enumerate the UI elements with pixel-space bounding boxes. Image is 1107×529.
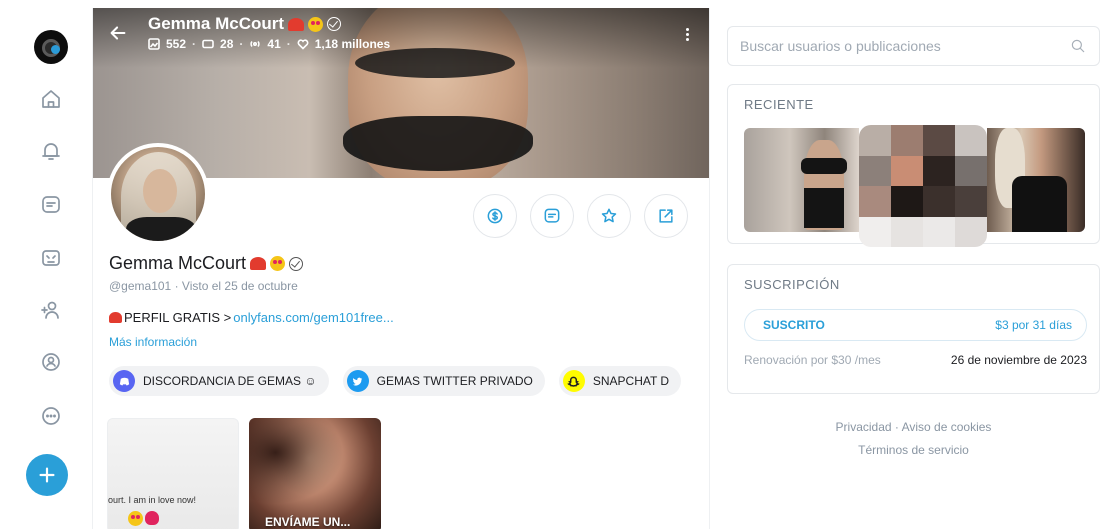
subscription-status: SUSCRITO — [763, 318, 825, 332]
kebab-menu-icon[interactable] — [681, 26, 693, 46]
favorite-button[interactable] — [587, 194, 631, 238]
thumb-caption: ourt. I am in love now! — [108, 495, 197, 505]
social-chips: DISCORDANCIA DE GEMAS ☺ GEMAS TWITTER PR… — [109, 366, 682, 396]
bio-text: PERFIL GRATIS > — [124, 310, 232, 325]
message-button[interactable] — [530, 194, 574, 238]
user-avatar-icon[interactable] — [34, 30, 68, 64]
profile-bio: PERFIL GRATIS > onlyfans.com/gem101free..… — [109, 310, 394, 325]
right-sidebar: Buscar usuarios o publicaciones RECIENTE… — [710, 0, 1107, 529]
subscription-price: $3 por 31 días — [995, 318, 1072, 332]
media-thumbnail[interactable]: ENVÍAME UN... — [249, 418, 381, 529]
back-arrow-icon[interactable] — [107, 22, 129, 44]
chip-discord-label: DISCORDANCIA DE GEMAS ☺ — [143, 374, 317, 388]
search-icon[interactable] — [1069, 37, 1087, 55]
siren-emoji-icon — [109, 312, 122, 323]
heart-eyes-emoji-icon — [308, 16, 324, 32]
bio-link[interactable]: onlyfans.com/gem101free... — [233, 310, 393, 325]
media-thumbnail[interactable]: ourt. I am in love now! — [107, 418, 239, 529]
discord-icon — [113, 370, 135, 392]
search-placeholder: Buscar usuarios o publicaciones — [740, 38, 941, 54]
footer-links: Privacidad · Aviso de cookies Términos d… — [835, 420, 992, 457]
videos-count: 28 — [220, 37, 234, 51]
bell-icon[interactable] — [37, 137, 65, 165]
profile-avatar[interactable] — [107, 143, 209, 245]
last-seen: Visto el 25 de octubre — [181, 279, 298, 293]
subscriptions-icon[interactable] — [37, 296, 65, 324]
posts-count: 552 — [166, 37, 187, 51]
header-stats: 552 · 28 · 41 · 1,18 millones — [148, 37, 390, 51]
recent-image-blurred[interactable] — [859, 125, 987, 247]
verified-icon — [327, 17, 342, 31]
plus-icon — [39, 467, 55, 483]
search-input[interactable]: Buscar usuarios o publicaciones — [727, 26, 1100, 66]
message-icon — [544, 208, 560, 223]
add-post-button[interactable] — [26, 454, 68, 496]
collections-icon[interactable] — [37, 244, 65, 272]
recent-card: RECIENTE — [727, 84, 1100, 247]
profile-handle: @gema101 — [109, 279, 172, 293]
image-icon — [148, 38, 160, 50]
chip-snapchat-label: SNAPCHAT D — [592, 374, 670, 388]
home-icon[interactable] — [37, 85, 65, 113]
more-info-link[interactable]: Más información — [109, 335, 197, 349]
heart-eyes-emoji-icon — [128, 511, 143, 526]
thumb-emojis — [128, 511, 159, 526]
subscription-card: SUSCRIPCIÓN SUSCRITO $3 por 31 días Reno… — [727, 264, 1100, 394]
messages-icon[interactable] — [37, 191, 65, 219]
profile-actions — [473, 194, 688, 238]
subscription-status-button[interactable]: SUSCRITO $3 por 31 días — [744, 309, 1087, 341]
streams-count: 41 — [267, 37, 281, 51]
dollar-icon — [487, 208, 503, 224]
tip-button[interactable] — [473, 194, 517, 238]
profile-main: Gemma McCourt 552 · 28 · 41 · 1,18 millo… — [92, 8, 710, 529]
siren-emoji-icon — [288, 17, 305, 31]
share-icon — [659, 209, 673, 223]
renewal-label: Renovación por $30 /mes — [744, 353, 881, 367]
recent-image[interactable] — [744, 128, 859, 232]
heart-emoji-icon — [145, 511, 159, 525]
thumb-caption: ENVÍAME UN... — [265, 515, 351, 529]
terms-link[interactable]: Términos de servicio — [858, 443, 969, 457]
profile-name-text: Gemma McCourt — [109, 253, 247, 273]
profile-handle-line: @gema101 · Visto el 25 de octubre — [109, 279, 298, 293]
video-icon — [202, 39, 214, 49]
chip-discord[interactable]: DISCORDANCIA DE GEMAS ☺ — [109, 366, 329, 396]
verified-icon — [289, 256, 304, 271]
header-name: Gemma McCourt — [148, 14, 285, 33]
header-title: Gemma McCourt — [148, 14, 342, 34]
recent-title: RECIENTE — [744, 97, 814, 112]
heart-icon — [297, 39, 309, 50]
chip-twitter[interactable]: GEMAS TWITTER PRIVADO — [342, 366, 545, 396]
snapchat-icon — [562, 370, 585, 392]
privacy-link[interactable]: Privacidad — [836, 420, 892, 434]
siren-emoji-icon — [250, 257, 267, 270]
profile-name: Gemma McCourt — [109, 253, 304, 274]
recent-image[interactable] — [987, 128, 1085, 232]
twitter-icon — [346, 370, 369, 392]
renewal-row: Renovación por $30 /mes 26 de noviembre … — [744, 353, 1087, 367]
left-nav — [0, 0, 92, 529]
renewal-date: 26 de noviembre de 2023 — [950, 353, 1087, 367]
heart-eyes-emoji-icon — [270, 256, 286, 271]
cookies-link[interactable]: Aviso de cookies — [902, 420, 992, 434]
subscription-title: SUSCRIPCIÓN — [744, 277, 840, 292]
profile-icon[interactable] — [37, 348, 65, 376]
stream-icon — [250, 41, 261, 47]
share-button[interactable] — [644, 194, 688, 238]
chip-twitter-label: GEMAS TWITTER PRIVADO — [376, 374, 533, 388]
more-icon[interactable] — [37, 402, 65, 430]
likes-count: 1,18 millones — [314, 37, 391, 51]
star-icon — [601, 208, 617, 223]
chip-snapchat[interactable]: SNAPCHAT D — [558, 366, 682, 396]
